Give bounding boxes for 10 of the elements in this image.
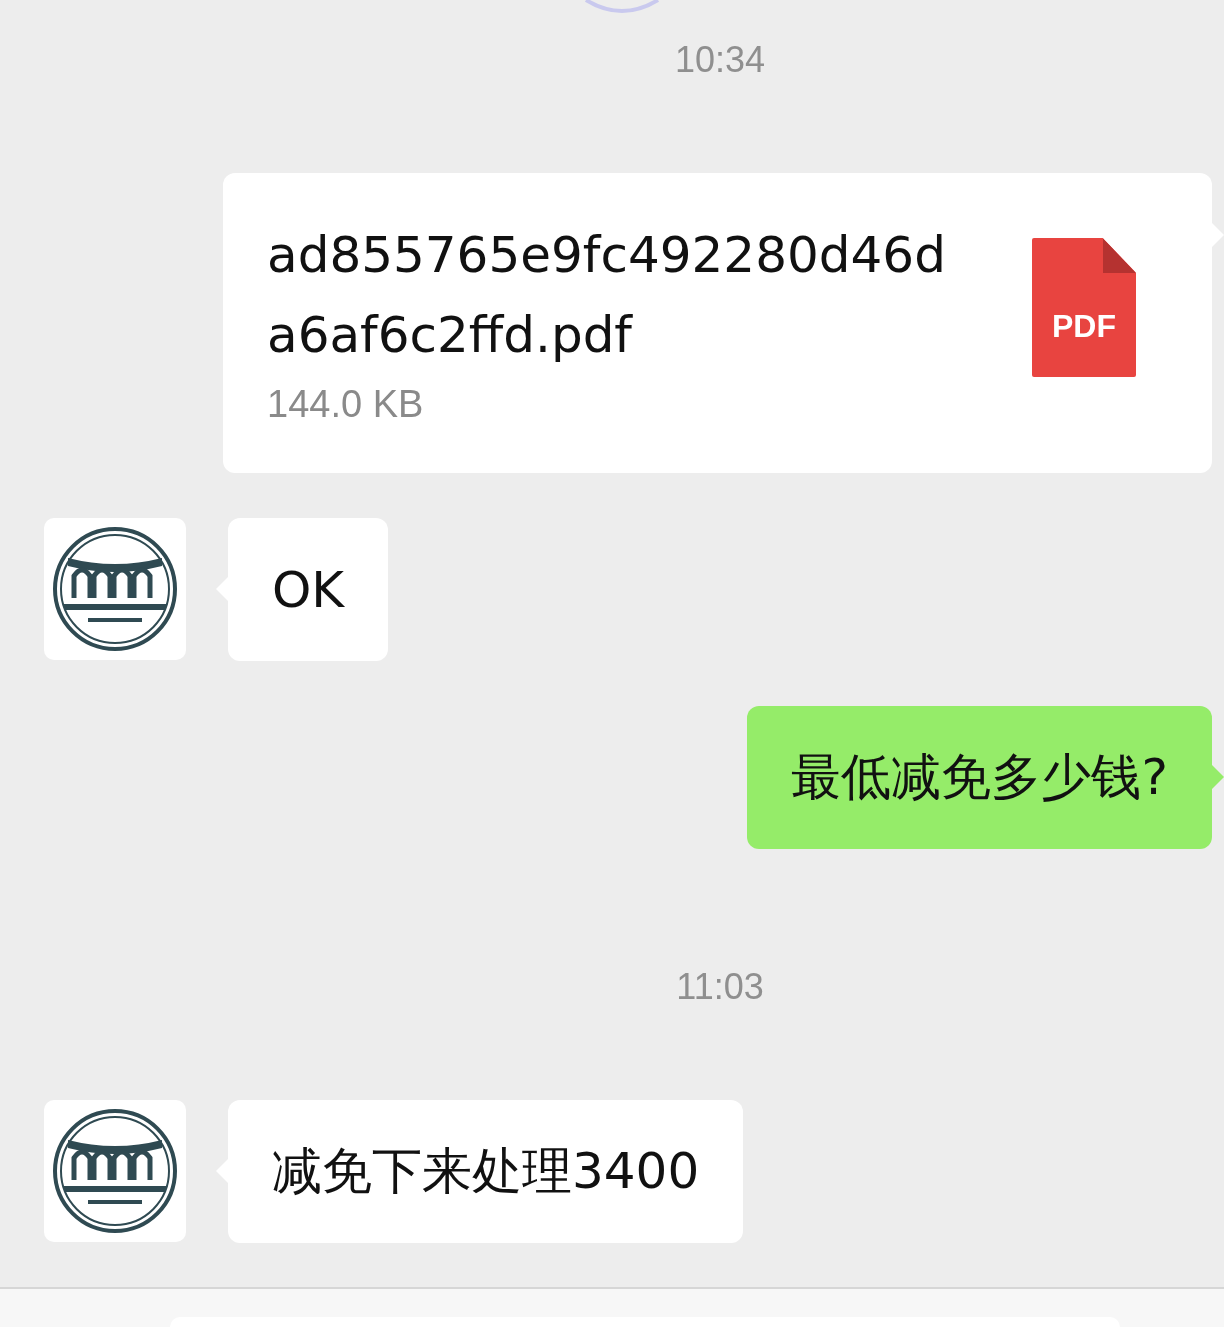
file-size: 144.0 KB (267, 383, 425, 426)
pdf-file-icon: PDF (1032, 238, 1136, 377)
timestamp: 11:03 (676, 966, 764, 1008)
message-bubble[interactable]: 最低减免多少钱? (747, 706, 1212, 849)
timestamp: 10:34 (674, 39, 766, 81)
ring-icon (582, 0, 662, 14)
file-name: ad855765e9fc492280d46da6af6c2ffd.pdf (267, 225, 947, 366)
message-bubble[interactable]: 减免下来处理3400 (228, 1100, 744, 1243)
file-message[interactable]: ad855765e9fc492280d46da6af6c2ffd.pdf 144.0 KB PDF (223, 173, 1212, 473)
message-bubble[interactable]: OK (228, 518, 389, 661)
